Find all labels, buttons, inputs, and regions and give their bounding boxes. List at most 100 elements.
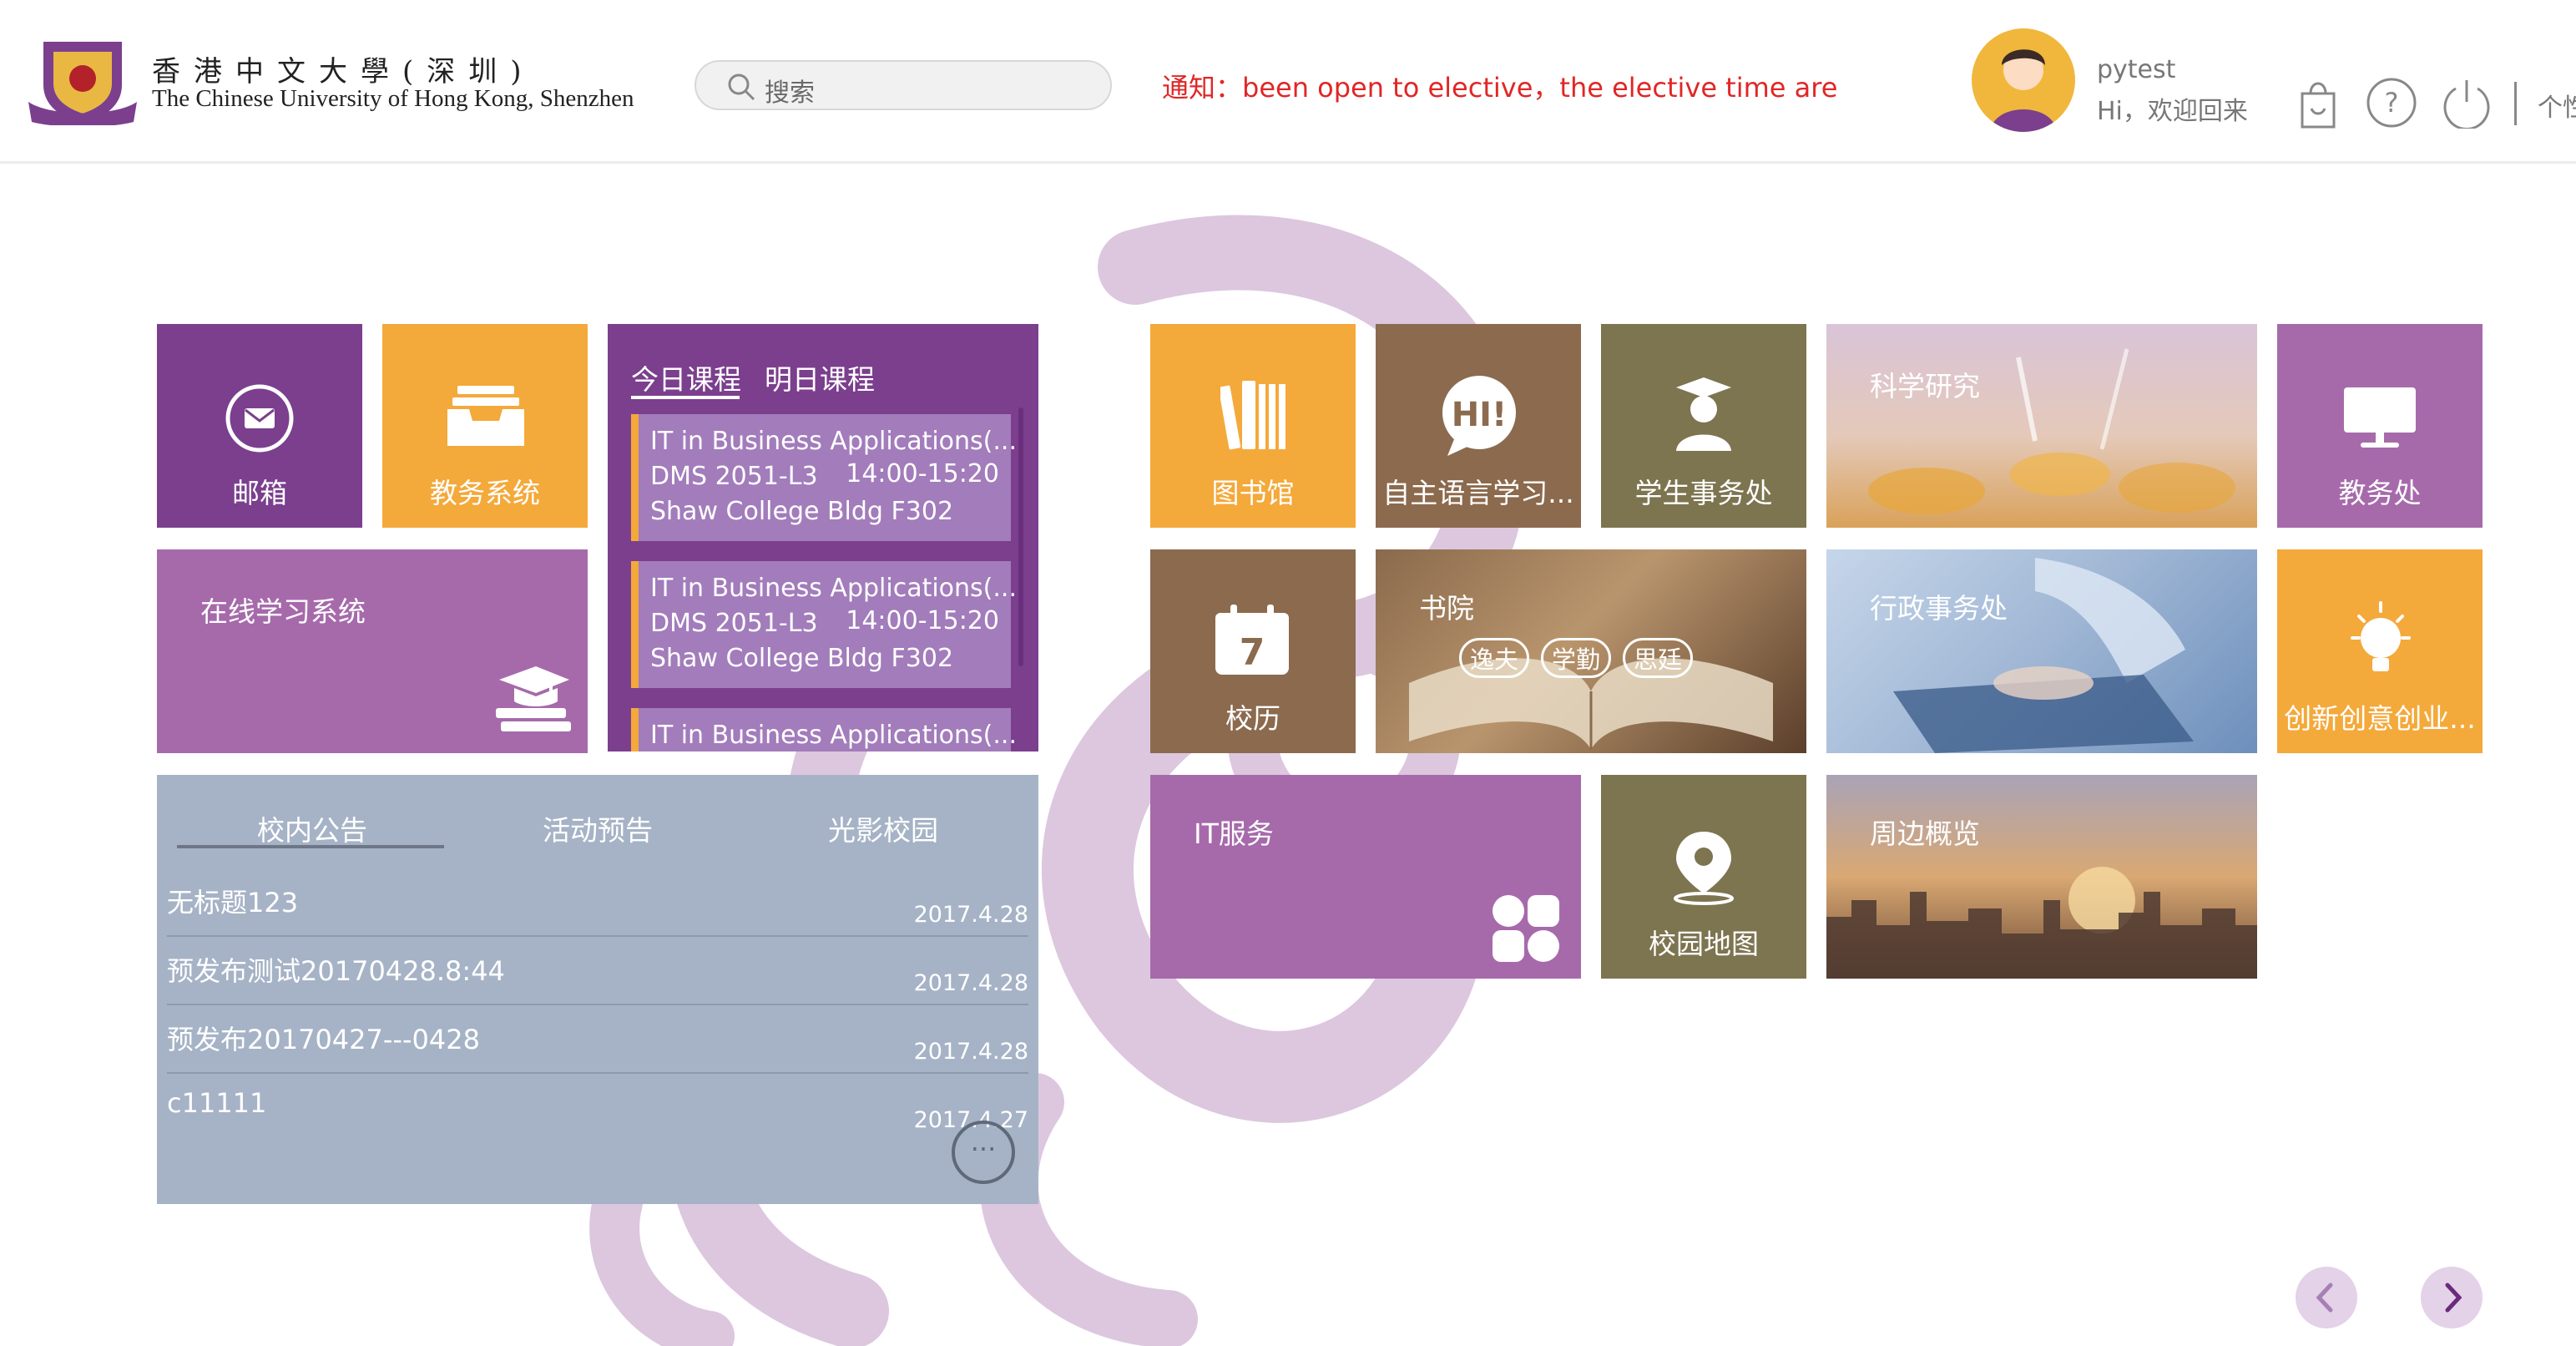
tab-campus-announcements[interactable]: 校内公告	[257, 808, 367, 848]
tile-school-calendar[interactable]: 7 校历	[1150, 549, 1356, 753]
header-divider	[2514, 82, 2517, 125]
tile-student-affairs[interactable]: 学生事务处	[1601, 324, 1806, 528]
chevron-right-icon	[2445, 1283, 2462, 1313]
tile-surroundings-label: 周边概览	[1870, 817, 1980, 850]
course-title: IT in Business Applications(...	[650, 427, 1017, 456]
prev-page-button[interactable]	[2296, 1267, 2357, 1328]
tile-admin-label: 行政事务处	[1870, 592, 2008, 625]
tile-library[interactable]: 图书馆	[1150, 324, 1356, 528]
tile-mail[interactable]: 邮箱	[157, 324, 362, 528]
course-item[interactable]: IT in Business Applications(... DMS 2051…	[631, 414, 1017, 541]
tile-research-label: 科学研究	[1870, 370, 1980, 402]
course-item[interactable]: IT in Business Applications(...	[631, 708, 1017, 751]
tile-innovation[interactable]: 创新创意创业...	[2277, 549, 2483, 753]
news-title: 无标题123	[167, 887, 299, 918]
tile-campus-map[interactable]: 校园地图	[1601, 775, 1806, 979]
search-box[interactable]: 搜索	[695, 60, 1112, 110]
tile-it-services-label: IT服务	[1194, 817, 1274, 850]
tile-self-language-label: 自主语言学习...	[1382, 477, 1574, 509]
university-crest-logo[interactable]	[25, 35, 140, 127]
tile-online-learning-label: 在线学习系统	[200, 595, 366, 628]
news-item[interactable]: c11111 2017.4.27	[167, 1074, 1028, 1142]
help-icon[interactable]: ?	[2366, 77, 2417, 129]
tile-academic-system-label: 教务系统	[430, 477, 540, 509]
course-schedule-panel: 今日课程 明日课程 IT in Business Applications(..…	[608, 324, 1038, 751]
lightbulb-icon	[2351, 601, 2411, 671]
news-date: 2017.4.28	[913, 902, 1028, 928]
course-room: Shaw College Bldg F302	[650, 644, 954, 673]
college-tag-shaw[interactable]: 逸夫	[1459, 638, 1530, 678]
user-avatar[interactable]	[1972, 28, 2075, 132]
tile-registry-label: 教务处	[2338, 477, 2422, 509]
laptop-typing-image	[1893, 558, 2194, 753]
course-scrollbar[interactable]	[1018, 407, 1023, 666]
logo-chinese-name: 香港中文大學(深圳)	[152, 55, 535, 89]
college-tags: 逸夫 学勤 思廷	[1459, 638, 1705, 678]
svg-text:HI!: HI!	[1452, 396, 1508, 434]
speech-bubble-hi-icon: HI!	[1442, 376, 1516, 456]
active-tab-underline	[631, 396, 740, 399]
chevron-left-icon	[2316, 1283, 2333, 1313]
top-header: 香港中文大學(深圳) The Chinese University of Hon…	[0, 0, 2576, 164]
search-icon	[728, 73, 755, 101]
svg-text:?: ?	[2385, 87, 2399, 119]
search-placeholder: 搜索	[765, 78, 815, 108]
tile-online-learning[interactable]: 在线学习系统	[157, 549, 588, 753]
tile-self-language-learning[interactable]: HI! 自主语言学习...	[1376, 324, 1581, 528]
inbox-tray-icon	[447, 386, 524, 446]
graduation-books-icon	[496, 666, 571, 731]
news-item[interactable]: 预发布测试20170428.8:44 2017.4.28	[167, 937, 1028, 1005]
calendar-icon: 7	[1215, 605, 1289, 675]
svg-text:7: 7	[1240, 631, 1265, 674]
news-title: 预发布20170427---0428	[167, 1024, 480, 1055]
logo-english-name: The Chinese University of Hong Kong, She…	[152, 85, 634, 112]
news-item[interactable]: 无标题123 2017.4.28	[167, 868, 1028, 937]
course-title: IT in Business Applications(...	[650, 574, 1017, 603]
news-date: 2017.4.28	[913, 970, 1028, 996]
city-skyline-image	[1826, 867, 2257, 979]
graduate-person-icon	[1676, 377, 1731, 451]
tile-registry[interactable]: 教务处	[2277, 324, 2483, 528]
mail-icon	[225, 384, 294, 453]
news-item[interactable]: 预发布20170427---0428 2017.4.28	[167, 1005, 1028, 1074]
tile-calendar-label: 校历	[1225, 702, 1280, 735]
more-news-button[interactable]: ···	[952, 1121, 1015, 1184]
tile-innovation-label: 创新创意创业...	[2284, 702, 2476, 735]
shopping-bag-icon[interactable]	[2297, 77, 2339, 132]
tab-today-courses[interactable]: 今日课程	[631, 357, 741, 397]
clover-icon	[1493, 895, 1559, 962]
tile-academic-system[interactable]: 教务系统	[382, 324, 588, 528]
course-time: 14:00-15:20	[846, 459, 999, 488]
monitor-icon	[2344, 387, 2416, 448]
tile-it-services[interactable]: IT服务	[1150, 775, 1581, 979]
tile-student-affairs-label: 学生事务处	[1634, 477, 1773, 509]
user-name: pytest	[2097, 55, 2176, 84]
tab-event-preview[interactable]: 活动预告	[543, 808, 653, 848]
power-logout-icon[interactable]	[2441, 77, 2493, 129]
notice-marquee[interactable]: 通知：been open to elective，the elective ti…	[1162, 67, 1837, 105]
tab-tomorrow-courses[interactable]: 明日课程	[765, 357, 875, 397]
course-time: 14:00-15:20	[846, 606, 999, 635]
college-tag-diligentia[interactable]: 学勤	[1541, 638, 1612, 678]
tile-mail-label: 邮箱	[232, 477, 287, 509]
course-item[interactable]: IT in Business Applications(... DMS 2051…	[631, 561, 1017, 688]
tile-scientific-research[interactable]: 科学研究	[1826, 324, 2257, 528]
tab-campus-gallery[interactable]: 光影校园	[828, 808, 938, 848]
course-title: IT in Business Applications(...	[650, 721, 1017, 750]
tile-campus-map-label: 校园地图	[1649, 928, 1759, 960]
tile-colleges-label: 书院	[1419, 592, 1474, 625]
news-title: c11111	[167, 1087, 267, 1119]
tile-administrative-affairs[interactable]: 行政事务处	[1826, 549, 2257, 753]
college-tag-muse[interactable]: 思廷	[1623, 638, 1694, 678]
news-date: 2017.4.28	[913, 1039, 1028, 1065]
map-pin-icon	[1674, 832, 1734, 905]
welcome-text: Hi，欢迎回来	[2097, 97, 2248, 126]
personalize-link[interactable]: 个性	[2538, 87, 2576, 124]
tile-colleges[interactable]: 书院 逸夫 学勤 思廷	[1376, 549, 1806, 753]
course-room: Shaw College Bldg F302	[650, 497, 954, 526]
news-panel: 校内公告 活动预告 光影校园 无标题123 2017.4.28 预发布测试201…	[157, 775, 1038, 1204]
lab-glassware-image	[1868, 348, 2235, 514]
tile-surroundings[interactable]: 周边概览	[1826, 775, 2257, 979]
next-page-button[interactable]	[2421, 1267, 2483, 1328]
books-icon	[1220, 381, 1285, 450]
